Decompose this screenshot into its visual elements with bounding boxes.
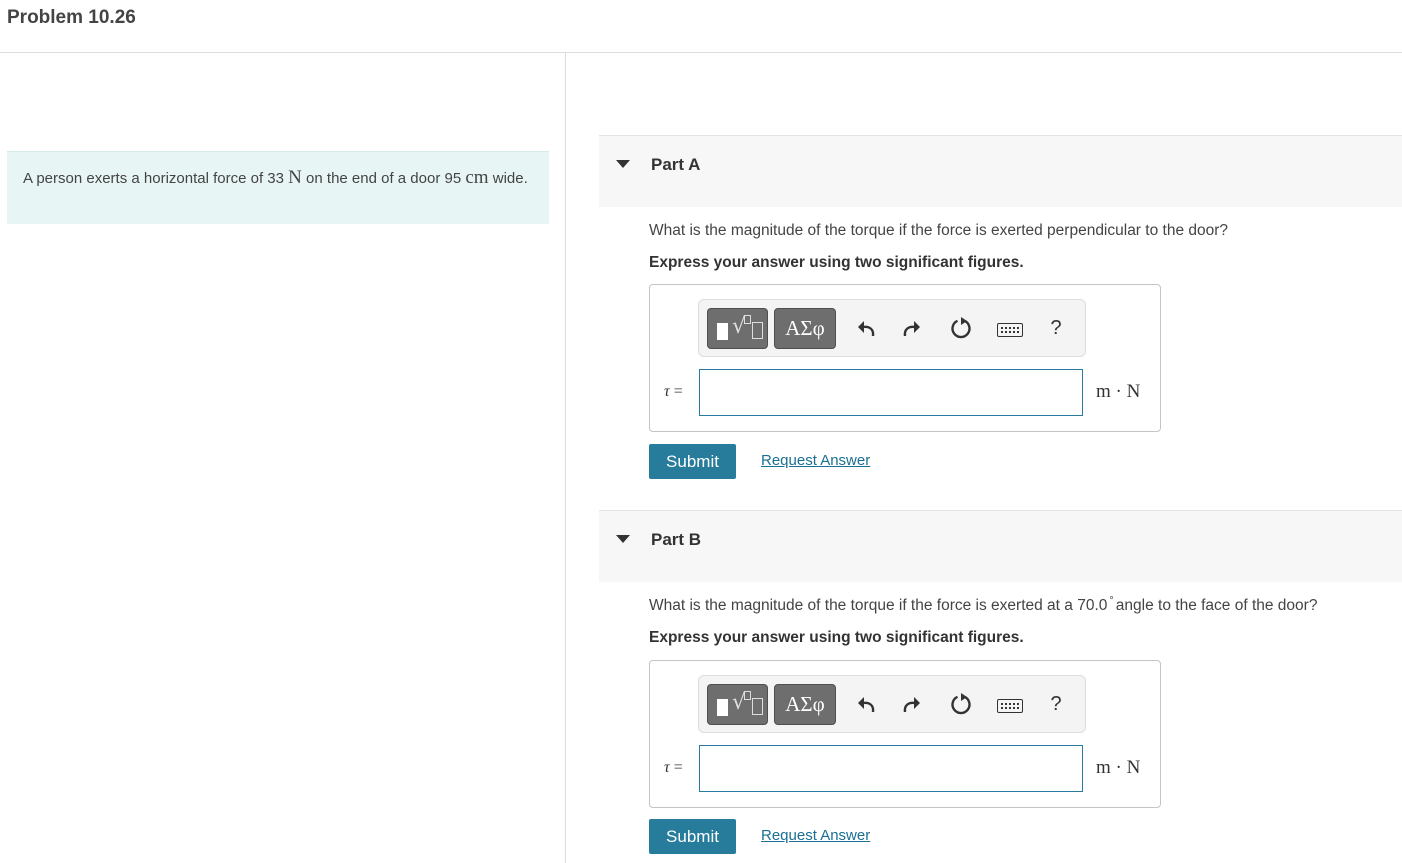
part-a-header[interactable]: Part A: [599, 135, 1402, 207]
keyboard-icon[interactable]: [997, 699, 1023, 713]
math-toolbar: √ ΑΣφ ?: [698, 299, 1086, 357]
page-title: Problem 10.26: [7, 7, 136, 28]
problem-text-2: on the end of a door 95: [301, 170, 466, 187]
part-b-units: m · N: [1096, 757, 1141, 778]
part-b-title: Part B: [651, 530, 702, 549]
reset-icon[interactable]: [946, 313, 976, 343]
redo-icon[interactable]: [897, 689, 927, 719]
tau-label: τ =: [664, 383, 683, 400]
part-b-header[interactable]: Part B: [599, 510, 1402, 582]
caret-down-icon[interactable]: [616, 160, 630, 168]
templates-button[interactable]: √: [707, 684, 768, 725]
problem-statement: A person exerts a horizontal force of 33…: [7, 151, 549, 224]
force-unit: N: [288, 167, 302, 188]
problem-header: Problem 10.26: [0, 0, 1402, 53]
help-icon[interactable]: ?: [1041, 313, 1071, 343]
part-a-instruction: Express your answer using two significan…: [649, 254, 1024, 271]
part-a-request-answer-link[interactable]: Request Answer: [761, 452, 870, 469]
problem-text-3: wide.: [488, 170, 528, 187]
keyboard-icon[interactable]: [997, 323, 1023, 337]
part-b-question: What is the magnitude of the torque if t…: [649, 595, 1318, 615]
part-a-units: m · N: [1096, 381, 1141, 402]
part-a-title: Part A: [651, 155, 701, 174]
part-b-instruction: Express your answer using two significan…: [649, 629, 1024, 646]
degree-symbol: °: [1109, 595, 1114, 607]
part-b-question-post: angle to the face of the door?: [1115, 597, 1318, 614]
undo-icon[interactable]: [851, 313, 881, 343]
help-icon[interactable]: ?: [1041, 689, 1071, 719]
caret-down-icon[interactable]: [616, 535, 630, 543]
tau-label: τ =: [664, 759, 683, 776]
part-b-submit-button[interactable]: Submit: [649, 819, 736, 854]
part-b-question-pre: What is the magnitude of the torque if t…: [649, 597, 1108, 614]
greek-symbols-button[interactable]: ΑΣφ: [774, 308, 836, 349]
part-a-answer-input[interactable]: [699, 369, 1083, 416]
reset-icon[interactable]: [946, 689, 976, 719]
length-unit: cm: [465, 167, 489, 188]
part-b-answer-box: √ ΑΣφ ? τ = m · N: [649, 660, 1161, 808]
part-a-answer-box: √ ΑΣφ ? τ = m · N: [649, 284, 1161, 432]
part-b-request-answer-link[interactable]: Request Answer: [761, 827, 870, 844]
redo-icon[interactable]: [897, 313, 927, 343]
part-a-question: What is the magnitude of the torque if t…: [649, 222, 1229, 239]
part-b-answer-input[interactable]: [699, 745, 1083, 792]
templates-button[interactable]: √: [707, 308, 768, 349]
part-a-submit-button[interactable]: Submit: [649, 444, 736, 479]
undo-icon[interactable]: [851, 689, 881, 719]
column-divider: [565, 53, 566, 863]
math-toolbar: √ ΑΣφ ?: [698, 675, 1086, 733]
greek-symbols-button[interactable]: ΑΣφ: [774, 684, 836, 725]
problem-text-1: A person exerts a horizontal force of 33: [23, 170, 289, 187]
